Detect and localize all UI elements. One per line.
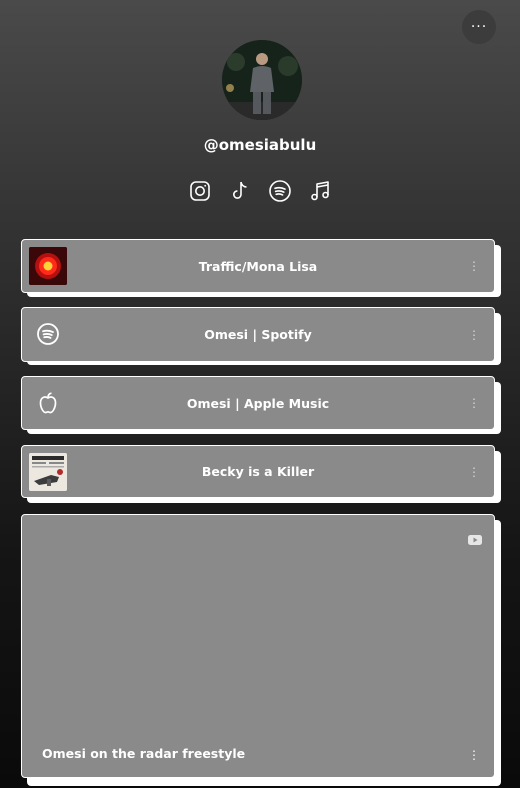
link-button-omesi-apple-music[interactable]: Omesi | Apple Music ⋮ — [21, 376, 495, 430]
link-menu-icon[interactable]: ⋮ — [468, 329, 480, 341]
link-card-apple-music: Omesi | Apple Music ⋮ — [21, 376, 501, 434]
social-links — [0, 178, 520, 204]
youtube-icon — [468, 530, 482, 549]
link-label: Becky is a Killer — [201, 464, 315, 479]
video-menu-icon[interactable]: ⋮ — [468, 749, 480, 761]
link-menu-icon[interactable]: ⋮ — [468, 466, 480, 478]
apple-icon — [29, 384, 67, 422]
more-options-button[interactable]: ··· — [462, 10, 496, 44]
link-label: Omesi | Spotify — [204, 327, 312, 342]
instagram-icon[interactable] — [187, 178, 213, 204]
link-card-becky: Becky is a Killer ⋮ — [21, 445, 501, 503]
video-embed-omesi-radar-freestyle[interactable]: Omesi on the radar freestyle ⋮ — [21, 514, 495, 778]
avatar — [222, 40, 302, 120]
spotify-icon[interactable] — [267, 178, 293, 204]
tiktok-icon[interactable] — [227, 178, 253, 204]
link-card-traffic: Traffic/Mona Lisa ⋮ — [21, 239, 501, 297]
link-menu-icon[interactable]: ⋮ — [468, 260, 480, 272]
spotify-icon — [29, 315, 67, 353]
link-button-omesi-spotify[interactable]: Omesi | Spotify ⋮ — [21, 307, 495, 362]
link-card-spotify: Omesi | Spotify ⋮ — [21, 307, 501, 365]
newspaper-artwork — [29, 453, 67, 491]
video-title: Omesi on the radar freestyle — [42, 746, 246, 761]
link-label: Traffic/Mona Lisa — [198, 258, 318, 274]
link-button-becky-is-a-killer[interactable]: Becky is a Killer ⋮ — [21, 445, 495, 498]
link-button-traffic-mona-lisa[interactable]: Traffic/Mona Lisa ⋮ — [21, 239, 495, 293]
music-note-icon[interactable] — [307, 178, 333, 204]
link-menu-icon[interactable]: ⋮ — [468, 397, 480, 409]
link-label: Omesi | Apple Music — [186, 395, 330, 411]
red-traffic-light-artwork — [29, 247, 67, 285]
profile-handle: @omesiabulu — [203, 136, 317, 154]
video-card: Omesi on the radar freestyle ⋮ — [21, 514, 501, 786]
